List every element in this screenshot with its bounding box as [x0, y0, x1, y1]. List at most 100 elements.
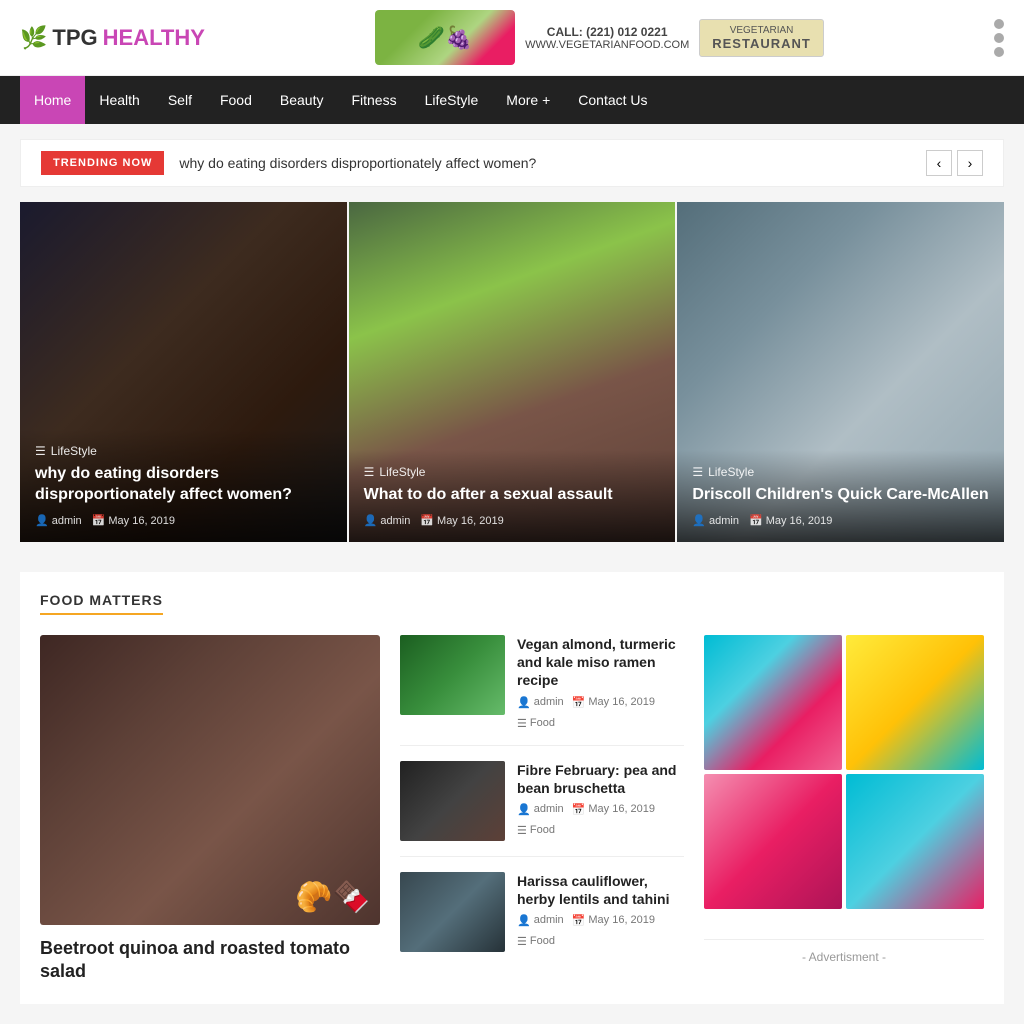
- food-thumb-1: [400, 635, 505, 715]
- header-call: CALL: (221) 012 0221: [547, 25, 668, 39]
- social-icon-3[interactable]: [994, 47, 1004, 57]
- section-header: FOOD MATTERS: [40, 592, 163, 615]
- nav-item-self[interactable]: Self: [154, 76, 206, 124]
- food-main-image[interactable]: [40, 635, 380, 925]
- food-main-column: Beetroot quinoa and roasted tomato salad: [40, 635, 380, 984]
- nav-link-more-plus[interactable]: More +: [492, 76, 564, 124]
- food-article-title-1: Vegan almond, turmeric and kale miso ram…: [517, 635, 684, 690]
- restaurant-label: VEGETARIAN: [712, 25, 811, 36]
- top-header: 🌿 TPG HEALTHY CALL: (221) 012 0221 WWW.V…: [0, 0, 1024, 76]
- nav-link-lifestyle[interactable]: LifeStyle: [411, 76, 493, 124]
- article-card-3-overlay: ☰ LifeStyle Driscoll Children's Quick Ca…: [677, 450, 1004, 542]
- list-icon: ☰: [692, 465, 703, 479]
- category-tag-1: ☰ Food: [517, 717, 555, 730]
- nav-link-self[interactable]: Self: [154, 76, 206, 124]
- sidebar-photo-4[interactable]: [846, 774, 984, 909]
- author-icon: 👤 admin: [35, 514, 82, 527]
- social-icon-2[interactable]: [994, 33, 1004, 43]
- date-icon: 📅 May 16, 2019: [420, 514, 503, 527]
- header-center: CALL: (221) 012 0221 WWW.VEGETARIANFOOD.…: [375, 10, 824, 65]
- nav-link-contact-us[interactable]: Contact Us: [564, 76, 661, 124]
- list-icon: ☰: [364, 465, 375, 479]
- food-article-item-2[interactable]: Fibre February: pea and bean bruschetta …: [400, 761, 684, 857]
- date-icon: 📅 May 16, 2019: [572, 696, 655, 709]
- social-icon-1[interactable]: [994, 19, 1004, 29]
- nav-item-lifestyle[interactable]: LifeStyle: [411, 76, 493, 124]
- site-logo[interactable]: 🌿 TPG HEALTHY: [20, 25, 205, 51]
- food-article-meta-1: 👤 admin 📅 May 16, 2019 ☰ Food: [517, 696, 684, 730]
- author-icon: 👤 admin: [692, 514, 739, 527]
- food-article-info-3: Harissa cauliflower, herby lentils and t…: [517, 872, 684, 948]
- trending-bar: TRENDING NOW why do eating disorders dis…: [20, 139, 1004, 187]
- article-card-3-category: ☰ LifeStyle: [692, 465, 989, 479]
- trending-text: why do eating disorders disproportionate…: [164, 155, 926, 171]
- logo-tpg: TPG: [52, 25, 97, 51]
- nav-item-health[interactable]: Health: [85, 76, 153, 124]
- author-icon: 👤 admin: [517, 803, 564, 816]
- author-icon: 👤 admin: [517, 696, 564, 709]
- nav-item-contact-us[interactable]: Contact Us: [564, 76, 661, 124]
- article-card-1[interactable]: ☰ LifeStyle why do eating disorders disp…: [20, 202, 347, 542]
- header-social-icons: [994, 19, 1004, 57]
- article-card-2-meta: 👤 admin 📅 May 16, 2019: [364, 514, 661, 527]
- category-tag-2: ☰ Food: [517, 824, 555, 837]
- food-article-info-1: Vegan almond, turmeric and kale miso ram…: [517, 635, 684, 730]
- nav-link-health[interactable]: Health: [85, 76, 153, 124]
- food-article-info-2: Fibre February: pea and bean bruschetta …: [517, 761, 684, 837]
- trending-next-button[interactable]: ›: [957, 150, 983, 176]
- article-card-2-overlay: ☰ LifeStyle What to do after a sexual as…: [349, 450, 676, 542]
- article-card-3-meta: 👤 admin 📅 May 16, 2019: [692, 514, 989, 527]
- author-icon: 👤 admin: [517, 914, 564, 927]
- advertisment-label: - Advertisment -: [704, 939, 984, 964]
- nav-link-food[interactable]: Food: [206, 76, 266, 124]
- food-article-item-3[interactable]: Harissa cauliflower, herby lentils and t…: [400, 872, 684, 967]
- sidebar-photo-1[interactable]: [704, 635, 842, 770]
- nav-item-beauty[interactable]: Beauty: [266, 76, 338, 124]
- trending-prev-button[interactable]: ‹: [926, 150, 952, 176]
- sidebar-photo-2[interactable]: [846, 635, 984, 770]
- food-article-title-3: Harissa cauliflower, herby lentils and t…: [517, 872, 684, 908]
- sidebar-photos-wrapper: [704, 635, 984, 909]
- nav-item-food[interactable]: Food: [206, 76, 266, 124]
- date-icon: 📅 May 16, 2019: [749, 514, 832, 527]
- trending-navigation: ‹ ›: [926, 150, 983, 176]
- article-card-1-title: why do eating disorders disproportionate…: [35, 464, 332, 506]
- trending-label: TRENDING NOW: [41, 151, 164, 175]
- date-icon: 📅 May 16, 2019: [572, 914, 655, 927]
- nav-link-fitness[interactable]: Fitness: [337, 76, 410, 124]
- article-card-2-title: What to do after a sexual assault: [364, 485, 661, 506]
- food-article-title-2: Fibre February: pea and bean bruschetta: [517, 761, 684, 797]
- logo-healthy: HEALTHY: [103, 25, 205, 51]
- sidebar-photos-container: - Advertisment -: [704, 635, 984, 984]
- food-article-meta-3: 👤 admin 📅 May 16, 2019 ☰ Food: [517, 914, 684, 948]
- logo-icon: 🌿: [20, 25, 47, 51]
- nav-link-beauty[interactable]: Beauty: [266, 76, 338, 124]
- nav-item-home[interactable]: Home: [20, 76, 85, 124]
- header-restaurant-badge: VEGETARIAN RESTAURANT: [699, 19, 824, 57]
- date-icon: 📅 May 16, 2019: [572, 803, 655, 816]
- header-contact-info: CALL: (221) 012 0221 WWW.VEGETARIANFOOD.…: [525, 25, 689, 51]
- nav-item-more-plus[interactable]: More +: [492, 76, 564, 124]
- article-card-3-title: Driscoll Children's Quick Care-McAllen: [692, 485, 989, 506]
- article-card-1-category: ☰ LifeStyle: [35, 444, 332, 458]
- article-card-2-category: ☰ LifeStyle: [364, 465, 661, 479]
- header-food-image: [375, 10, 515, 65]
- article-card-3[interactable]: ☰ LifeStyle Driscoll Children's Quick Ca…: [677, 202, 1004, 542]
- food-matters-section: FOOD MATTERS Beetroot quinoa and roasted…: [20, 572, 1004, 1004]
- nav-item-fitness[interactable]: Fitness: [337, 76, 410, 124]
- restaurant-name: RESTAURANT: [712, 36, 811, 51]
- date-icon: 📅 May 16, 2019: [92, 514, 175, 527]
- food-article-item-1[interactable]: Vegan almond, turmeric and kale miso ram…: [400, 635, 684, 746]
- sidebar-photo-3[interactable]: [704, 774, 842, 909]
- food-matters-grid: Beetroot quinoa and roasted tomato salad…: [40, 635, 984, 984]
- article-card-1-overlay: ☰ LifeStyle why do eating disorders disp…: [20, 429, 347, 542]
- food-article-meta-2: 👤 admin 📅 May 16, 2019 ☰ Food: [517, 803, 684, 837]
- category-tag-3: ☰ Food: [517, 935, 555, 948]
- article-card-2[interactable]: ☰ LifeStyle What to do after a sexual as…: [349, 202, 676, 542]
- main-nav: HomeHealthSelfFoodBeautyFitnessLifeStyle…: [0, 76, 1024, 124]
- food-thumb-3: [400, 872, 505, 952]
- food-articles-list: Vegan almond, turmeric and kale miso ram…: [400, 635, 684, 984]
- nav-link-home[interactable]: Home: [20, 76, 85, 124]
- header-website: WWW.VEGETARIANFOOD.COM: [525, 39, 689, 51]
- featured-articles: ☰ LifeStyle why do eating disorders disp…: [20, 202, 1004, 542]
